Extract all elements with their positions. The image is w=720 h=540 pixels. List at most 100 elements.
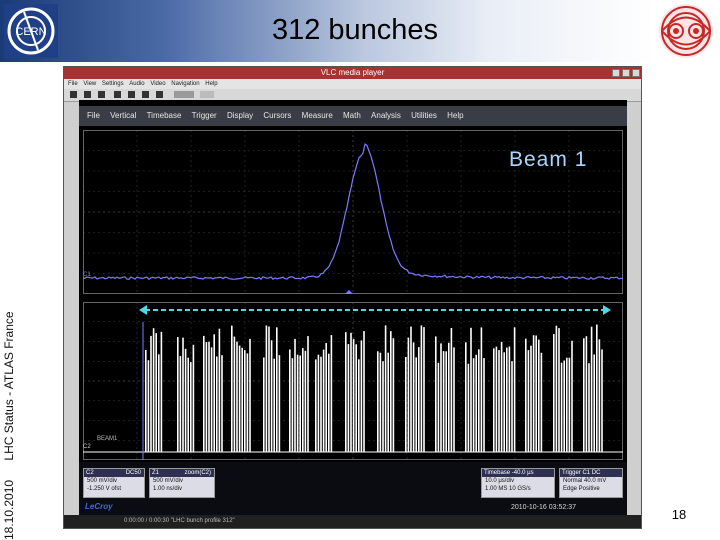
vlc-window-title: VLC media player	[320, 68, 385, 77]
bunch-bar	[190, 362, 192, 452]
scope-status-area: C2 DC50 500 mV/div -1.250 V ofst Z1 zoom…	[79, 462, 627, 515]
bunch-bar	[216, 356, 218, 452]
bunch-bar	[410, 326, 412, 452]
vlc-menu-settings[interactable]: Settings	[102, 81, 124, 87]
scope-menu-measure[interactable]: Measure	[302, 111, 333, 120]
slide-number: 18	[671, 507, 687, 522]
bunch-bar	[233, 336, 236, 452]
next-button[interactable]	[128, 91, 135, 98]
scope-menu-utilities[interactable]: Utilities	[411, 111, 437, 120]
scope-menu-vertical[interactable]: Vertical	[110, 111, 136, 120]
timebase-box-row: 10.0 μs/div	[485, 478, 515, 484]
vlc-menu-video[interactable]: Video	[150, 81, 165, 87]
bunch-bar	[322, 349, 325, 452]
play-button[interactable]	[70, 91, 77, 98]
bunch-bar	[553, 334, 555, 452]
slide-date: 18.10.2010	[2, 479, 16, 540]
zoom-box-row: 1.00 ns/div	[153, 486, 183, 492]
scope-menu-trigger[interactable]: Trigger	[192, 111, 217, 120]
bunch-bar	[596, 324, 598, 452]
vlc-status-text: 0:00:00 / 0:00:30 "LHC bunch profile 312…	[124, 518, 235, 524]
bunch-bar	[407, 337, 410, 452]
svg-text:CERN: CERN	[15, 26, 46, 38]
bunch-bar	[450, 328, 453, 452]
channel-label-c2: C2	[83, 444, 91, 450]
bunch-bar	[249, 338, 251, 452]
bunch-bar	[475, 354, 477, 452]
channel-box-header: C2	[86, 470, 94, 476]
vlc-menu-help[interactable]: Help	[205, 81, 217, 87]
bunch-bar	[532, 335, 535, 452]
bunch-bar	[513, 327, 516, 452]
vlc-status-bar: 0:00:00 / 0:00:30 "LHC bunch profile 312…	[64, 515, 641, 528]
vlc-menu-audio[interactable]: Audio	[129, 81, 144, 87]
bunch-bar	[152, 328, 155, 452]
bunch-bar	[307, 336, 309, 452]
bunch-bar	[555, 325, 558, 452]
scope-menu-cursors[interactable]: Cursors	[263, 111, 291, 120]
vlc-menu-view[interactable]: View	[83, 81, 96, 87]
minimize-button[interactable]	[612, 69, 620, 77]
bunch-bar	[246, 353, 249, 452]
bunch-bar	[187, 357, 189, 452]
scope-menu-display[interactable]: Display	[227, 111, 253, 120]
bunch-bar	[244, 350, 246, 452]
fullscreen-button[interactable]	[142, 91, 149, 98]
slide-side-label: 18.10.2010 LHC Status - ATLAS France	[2, 260, 20, 540]
bunch-bar	[440, 343, 442, 452]
bunch-bar	[241, 347, 243, 452]
bunch-bar	[478, 349, 480, 452]
equalizer-icon[interactable]	[200, 91, 214, 98]
timebase-info-box[interactable]: Timebase -40.0 μs 10.0 μs/div 1.00 MS 10…	[481, 468, 555, 498]
bunch-bar	[320, 356, 322, 452]
maximize-button[interactable]	[622, 69, 630, 77]
scope-menubar: File Vertical Timebase Trigger Display C…	[79, 106, 627, 126]
zoom-box-row: 500 mV/div	[153, 478, 184, 484]
bunch-bar	[467, 363, 470, 452]
volume-slider[interactable]	[174, 91, 194, 98]
bunch-bar	[315, 359, 317, 452]
stop-button[interactable]	[84, 91, 91, 98]
trigger-info-box[interactable]: Trigger C1 DC Normal 40.0 mV Edge Positi…	[559, 468, 623, 498]
scope-menu-analysis[interactable]: Analysis	[371, 111, 401, 120]
vlc-menubar: File View Settings Audio Video Navigatio…	[64, 79, 641, 89]
bunch-bar	[483, 358, 485, 452]
playlist-button[interactable]	[156, 91, 163, 98]
scope-menu-math[interactable]: Math	[343, 111, 361, 120]
bunch-bar	[304, 350, 307, 452]
pause-button[interactable]	[98, 91, 105, 98]
previous-button[interactable]	[114, 91, 121, 98]
close-button[interactable]	[632, 69, 640, 77]
bunch-bar	[540, 352, 543, 452]
bunch-bar	[177, 337, 179, 452]
bunch-bar	[289, 349, 291, 452]
zoom-info-box[interactable]: Z1 zoom(C2) 500 mV/div 1.00 ns/div	[149, 468, 215, 498]
channel-info-box[interactable]: C2 DC50 500 mV/div -1.250 V ofst	[83, 468, 145, 498]
bunch-bar	[435, 336, 437, 452]
bunch-bar	[495, 346, 498, 452]
beam-label: Beam 1	[509, 148, 588, 171]
bunch-bar	[317, 354, 320, 452]
scope-menu-help[interactable]: Help	[447, 111, 463, 120]
bunch-bar	[503, 352, 505, 452]
trigger-box-row: Edge Positive	[563, 486, 600, 492]
scope-menu-file[interactable]: File	[87, 111, 100, 120]
bunch-bar	[291, 358, 294, 452]
bunch-bar	[437, 362, 440, 452]
vlc-menu-file[interactable]: File	[68, 81, 78, 87]
vlc-titlebar[interactable]: VLC media player	[64, 67, 641, 79]
scope-menu-timebase[interactable]: Timebase	[147, 111, 182, 120]
bunch-bar	[590, 326, 593, 452]
bunch-bar	[568, 357, 571, 452]
bunch-bar	[325, 343, 327, 452]
bunch-bar	[506, 347, 508, 452]
bunch-bar	[530, 345, 532, 452]
bunch-bar	[498, 350, 500, 452]
bunch-bar	[566, 357, 568, 452]
bunch-bar	[345, 332, 347, 452]
bunch-bar	[221, 355, 223, 452]
bottom-trace-name: BEAM1	[97, 436, 118, 442]
vlc-menu-navigation[interactable]: Navigation	[171, 81, 199, 87]
bunch-bar	[412, 342, 415, 452]
channel-box-row: 500 mV/div	[87, 478, 118, 484]
